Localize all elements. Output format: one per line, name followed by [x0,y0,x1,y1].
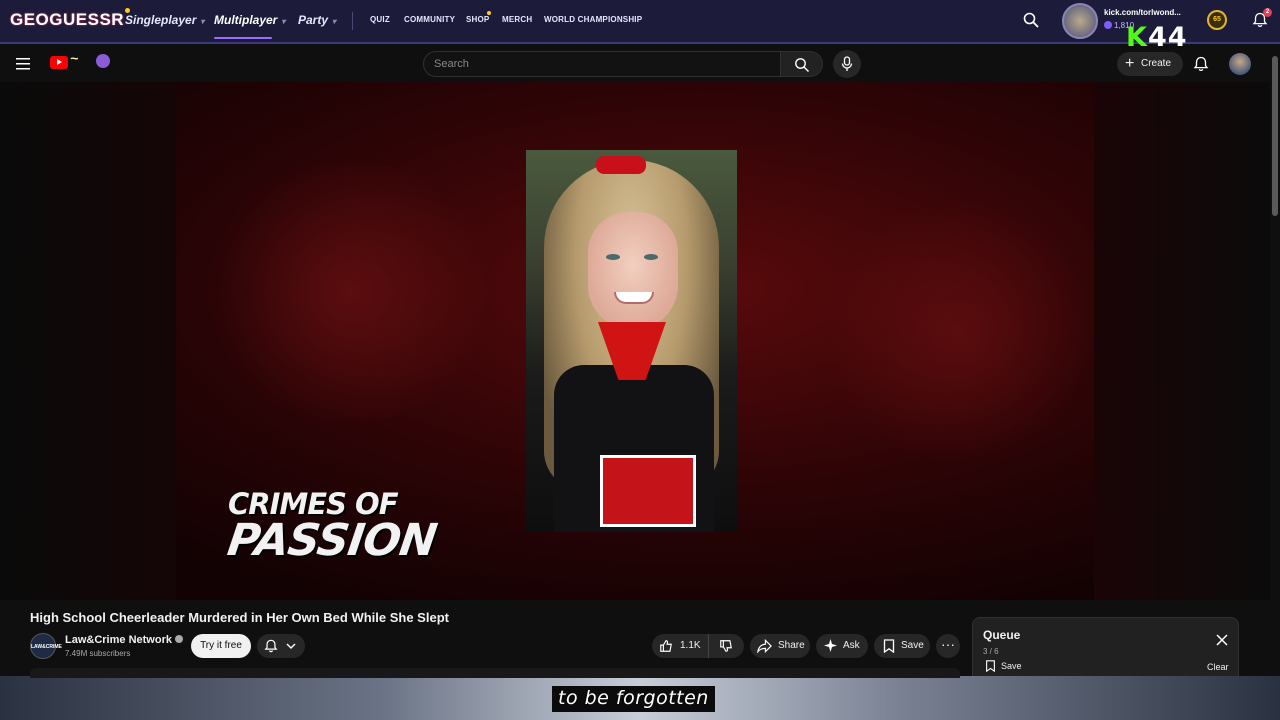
share-icon [757,639,772,653]
search-icon [795,58,810,73]
search-icon[interactable] [1022,11,1040,29]
plus-icon: + [1125,55,1135,72]
stream-caption: to be forgotten [552,686,715,712]
search-button[interactable] [781,51,823,77]
queue-position: 3 / 6 [983,647,999,656]
level-badge: 65 [1207,10,1227,30]
search-input[interactable]: Search [423,51,781,77]
victim-photo [526,150,737,532]
try-it-free-button[interactable]: Try it free [191,634,251,658]
queue-clear-button[interactable]: Clear [1207,662,1229,672]
video-background-glow [200,162,500,422]
profile-avatar[interactable] [1062,3,1098,39]
scrollbar-thumb[interactable] [1272,56,1278,216]
geoguessr-topbar: GEOGUESSR Singleplayer ▾ Multiplayer ▾ Par… [0,0,1280,44]
nav-shop[interactable]: SHOP [466,15,489,24]
crimes-of-passion-logo: CRIMES OF PASSION [224,487,440,567]
dislike-button[interactable] [708,634,744,658]
like-button[interactable]: 1.1K [652,634,708,658]
bookmark-icon [883,639,895,653]
queue-panel: Queue 3 / 6 Save Clear [972,617,1239,677]
subscription-bell-button[interactable] [257,634,305,658]
bookmark-icon [986,660,995,672]
nav-merch[interactable]: MERCH [502,15,532,24]
geoguessr-logo[interactable]: GEOGUESSR [10,8,131,30]
nav-multiplayer[interactable]: Multiplayer ▾ [214,13,285,27]
video-title: High School Cheerleader Murdered in Her … [30,610,449,625]
subscriber-count: 7.49M subscribers [65,649,131,658]
nav-party[interactable]: Party ▾ [298,13,336,27]
verified-icon [174,635,183,643]
ask-button[interactable]: Ask [816,634,868,658]
voice-search-button[interactable] [833,50,861,78]
doodle-icon [96,54,110,68]
chevron-down-icon [286,643,296,649]
coin-icon [1104,21,1112,29]
active-nav-underline [214,37,272,39]
video-player[interactable]: CRIMES OF PASSION [0,82,1270,600]
channel-avatar[interactable]: LAW&CRIME [30,633,62,659]
save-button[interactable]: Save [874,634,930,658]
nav-divider [352,12,353,30]
notifications-bell-icon[interactable] [1193,56,1209,72]
close-icon[interactable] [1216,634,1228,646]
bell-icon [264,639,278,653]
create-button[interactable]: + Create [1117,52,1183,76]
youtube-logo-icon[interactable] [50,56,68,69]
queue-title: Queue [983,628,1021,642]
profile-username[interactable]: kick.com/torlwond... [1104,8,1181,17]
channel-name[interactable]: Law&Crime Network [65,634,183,646]
notification-count-badge: 2 [1263,8,1272,17]
share-button[interactable]: Share [750,634,810,658]
page-scrollbar[interactable] [1270,46,1280,676]
more-actions-button[interactable]: ··· [936,634,960,658]
microphone-icon [841,56,853,71]
youtube-header: ~ Search + Create [0,46,1280,82]
sparkle-icon [824,639,837,652]
queue-save-button[interactable]: Save [985,660,1022,672]
thumbs-down-icon [720,640,732,652]
hamburger-menu-icon[interactable] [16,57,32,71]
nav-community[interactable]: COMMUNITY [404,15,455,24]
video-background-glow [820,202,1100,462]
account-avatar[interactable] [1229,53,1251,75]
thumbs-up-icon [660,640,672,652]
like-count: 1.1K [680,640,701,651]
nav-singleplayer[interactable]: Singleplayer ▾ [125,13,204,27]
video-letterbox-left [0,82,176,600]
shop-new-dot [487,11,491,15]
youtube-doodle[interactable]: ~ [70,50,78,66]
nav-quiz[interactable]: QUIZ [370,15,390,24]
comments-toolbar-edge [30,668,960,678]
video-letterbox-right [1094,82,1270,600]
nav-world-championship[interactable]: WORLD CHAMPIONSHIP [544,15,642,24]
